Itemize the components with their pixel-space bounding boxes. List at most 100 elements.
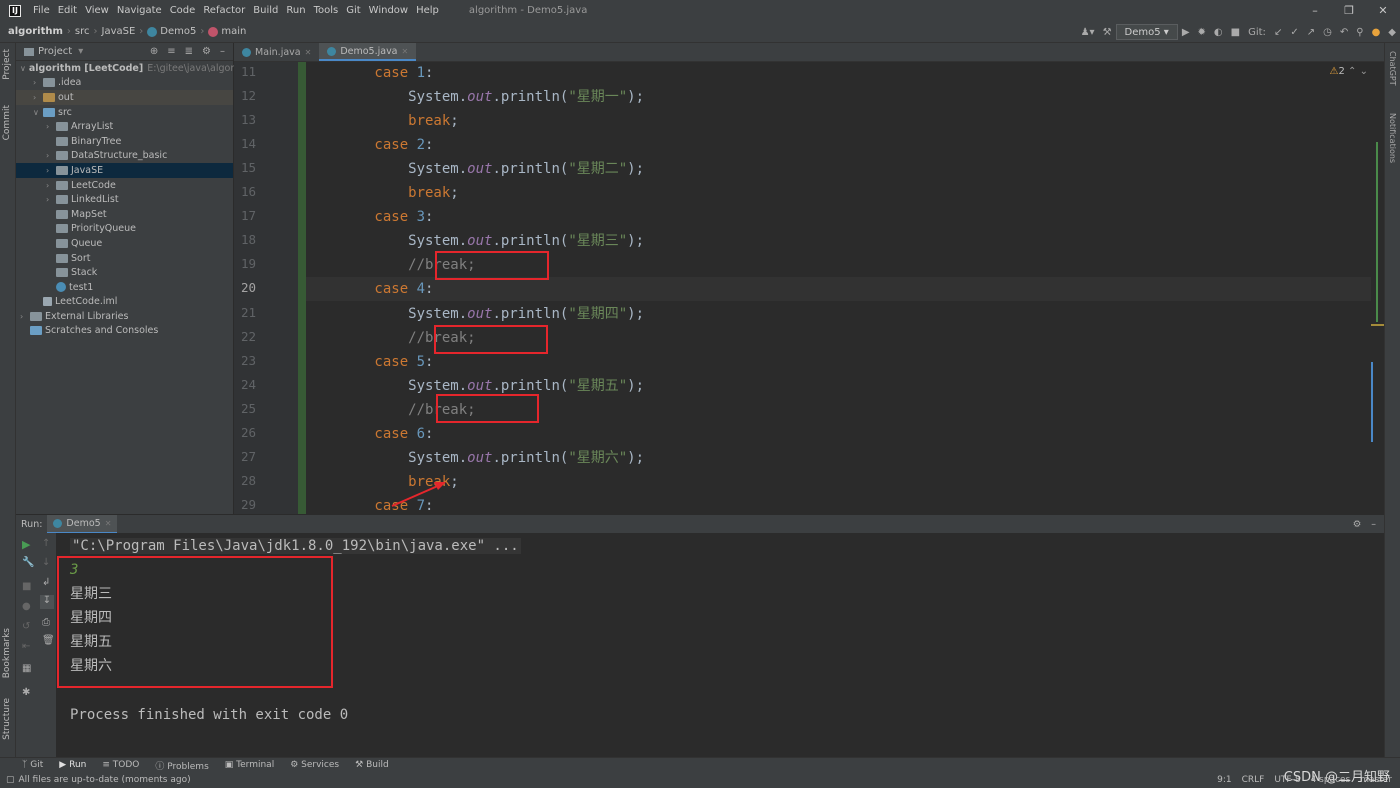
tree-item[interactable]: › JavaSE: [16, 163, 233, 178]
code-line[interactable]: System.out.println("星期三");: [307, 229, 644, 253]
up-arrow-icon[interactable]: ↑: [42, 538, 50, 549]
tree-item[interactable]: BinaryTree: [16, 134, 233, 149]
code-line[interactable]: case 1:: [307, 61, 433, 85]
breadcrumb-javase[interactable]: JavaSE: [102, 26, 136, 37]
close-tab-icon[interactable]: ✕: [402, 42, 409, 61]
restore-layout-icon[interactable]: ↺: [22, 621, 30, 632]
tree-item[interactable]: › LinkedList: [16, 192, 233, 207]
code-line[interactable]: case 4:: [307, 277, 433, 301]
code-line[interactable]: break;: [307, 181, 459, 205]
menu-help[interactable]: Help: [412, 5, 443, 16]
hide-icon[interactable]: –: [220, 46, 225, 57]
trash-icon[interactable]: 🗑: [42, 635, 55, 646]
code-line[interactable]: case 3:: [307, 205, 433, 229]
breadcrumb-class[interactable]: Demo5: [160, 26, 196, 37]
chevron-right-icon[interactable]: ›: [20, 312, 30, 321]
run-icon[interactable]: ▶: [1182, 27, 1190, 38]
bookmarks-tool-tab[interactable]: Bookmarks: [2, 628, 12, 678]
menu-git[interactable]: Git: [342, 5, 364, 16]
plugin-icon[interactable]: ◆: [1388, 27, 1396, 38]
services-tool-tab[interactable]: ⚙ Services: [290, 760, 339, 770]
tree-item[interactable]: test1: [16, 280, 233, 295]
breadcrumb-src[interactable]: src: [75, 26, 90, 37]
tree-item[interactable]: PriorityQueue: [16, 222, 233, 237]
locate-icon[interactable]: ⊕: [150, 46, 158, 57]
tree-item[interactable]: › .idea: [16, 76, 233, 91]
collapse-all-icon[interactable]: ≣: [185, 46, 193, 57]
git-push-icon[interactable]: ↗: [1307, 27, 1315, 38]
terminal-tool-tab[interactable]: ▣ Terminal: [225, 760, 274, 770]
chevron-right-icon[interactable]: ›: [46, 151, 56, 160]
menu-build[interactable]: Build: [249, 5, 282, 16]
chevron-right-icon[interactable]: ›: [33, 93, 43, 102]
chatgpt-tool-tab[interactable]: ChatGPT: [1388, 51, 1397, 86]
menu-code[interactable]: Code: [166, 5, 200, 16]
soft-wrap-icon[interactable]: ↲: [42, 577, 50, 588]
chevron-right-icon[interactable]: ›: [46, 122, 56, 131]
hide-icon[interactable]: –: [1371, 519, 1376, 530]
down-arrow-icon[interactable]: ↓: [42, 557, 50, 568]
chevron-right-icon[interactable]: ›: [46, 166, 56, 175]
code-line[interactable]: System.out.println("星期六");: [307, 446, 644, 470]
tree-item[interactable]: ∨ algorithm [LeetCode] E:\gitee\java\algor…: [16, 61, 247, 76]
tree-item[interactable]: › LeetCode: [16, 178, 233, 193]
gear-icon[interactable]: ⚙: [202, 46, 211, 57]
code-line[interactable]: case 6:: [307, 422, 433, 446]
close-window-icon[interactable]: ✕: [1366, 0, 1400, 21]
scroll-thumb[interactable]: [1376, 142, 1378, 322]
menu-refactor[interactable]: Refactor: [199, 5, 249, 16]
tree-item[interactable]: LeetCode.iml: [16, 295, 233, 310]
chevron-down-icon[interactable]: ∨: [33, 108, 43, 117]
commit-tool-tab[interactable]: Commit: [2, 105, 12, 140]
tab-demo5-java[interactable]: Demo5.java ✕: [319, 42, 417, 61]
project-tool-tab[interactable]: Project: [2, 49, 12, 80]
chevron-up-icon[interactable]: ⌃: [1348, 66, 1356, 77]
menu-view[interactable]: View: [81, 5, 113, 16]
tree-item[interactable]: ∨ src: [16, 105, 233, 120]
tree-item[interactable]: › ArrayList: [16, 119, 233, 134]
problems-tool-tab[interactable]: ⓘ Problems: [155, 759, 208, 772]
git-commit-icon[interactable]: ✓: [1290, 27, 1298, 38]
project-view-selector[interactable]: Project: [38, 46, 72, 57]
restore-icon[interactable]: ❐: [1332, 0, 1366, 21]
tree-item[interactable]: Stack: [16, 265, 233, 280]
breadcrumb-project[interactable]: algorithm: [8, 26, 63, 37]
user-icon[interactable]: ♟▾: [1081, 27, 1095, 38]
build-hammer-icon[interactable]: ⚒: [1103, 27, 1112, 38]
inspection-widget[interactable]: ⚠2 ⌃ ⌄: [1330, 66, 1369, 77]
stop-icon[interactable]: ■: [22, 581, 31, 592]
tree-item[interactable]: Queue: [16, 236, 233, 251]
menu-window[interactable]: Window: [365, 5, 412, 16]
chevron-down-icon[interactable]: ∨: [20, 64, 26, 73]
close-tab-icon[interactable]: ✕: [105, 515, 112, 532]
build-tool-tab[interactable]: ⚒ Build: [355, 760, 389, 770]
code-line[interactable]: case 2:: [307, 133, 433, 157]
gear-icon[interactable]: ⚙: [1353, 519, 1362, 530]
search-icon[interactable]: ⚲: [1356, 27, 1363, 38]
caret-position[interactable]: 9:1: [1217, 775, 1231, 785]
tree-item[interactable]: › External Libraries: [16, 309, 233, 324]
menu-run[interactable]: Run: [282, 5, 309, 16]
rollback-icon[interactable]: ↶: [1340, 27, 1348, 38]
camera-icon[interactable]: ●: [22, 601, 31, 612]
code-line[interactable]: break;: [307, 109, 459, 133]
todo-tool-tab[interactable]: ≡ TODO: [102, 760, 139, 770]
tree-item[interactable]: Scratches and Consoles: [16, 324, 233, 339]
run-tab-demo5[interactable]: Demo5 ✕: [47, 514, 118, 534]
git-update-icon[interactable]: ↙: [1274, 27, 1282, 38]
exit-icon[interactable]: ⇤: [22, 641, 30, 652]
chevron-right-icon[interactable]: ›: [46, 181, 56, 190]
pin-icon[interactable]: ✱: [22, 687, 30, 698]
scroll-to-end-icon[interactable]: ↧: [40, 595, 54, 609]
layout-icon[interactable]: ▦: [22, 663, 31, 674]
history-icon[interactable]: ◷: [1323, 27, 1332, 38]
structure-tool-tab[interactable]: Structure: [2, 698, 12, 740]
expand-all-icon[interactable]: ≡: [167, 46, 175, 57]
line-separator[interactable]: CRLF: [1242, 775, 1265, 785]
menu-file[interactable]: File: [29, 5, 54, 16]
menu-tools[interactable]: Tools: [310, 5, 343, 16]
close-tab-icon[interactable]: ✕: [305, 43, 312, 62]
rerun-icon[interactable]: ▶: [22, 538, 30, 551]
code-line[interactable]: System.out.println("星期四");: [307, 302, 644, 326]
chevron-down-icon[interactable]: ⌄: [1360, 66, 1368, 77]
